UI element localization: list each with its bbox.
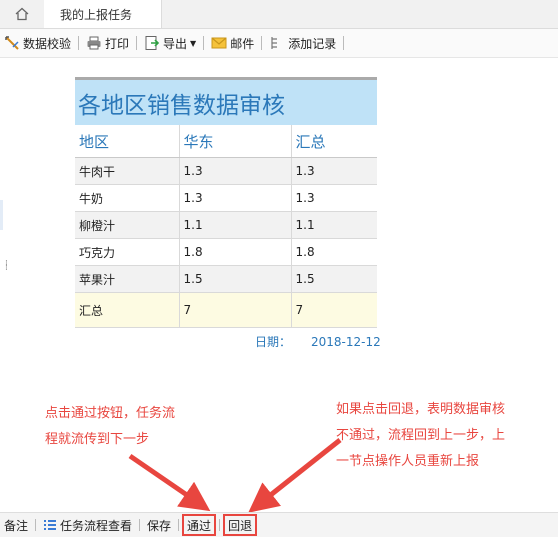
back-label: 回退 [228,518,253,533]
save-label: 保存 [147,518,172,533]
bottom-separator [178,519,180,531]
flow-list-icon [44,520,57,530]
bottom-separator [35,519,37,531]
arrow-to-pass [128,453,211,512]
flow-view-button[interactable]: 任务流程查看 [39,515,136,535]
pass-button[interactable]: 通过 [182,514,217,536]
save-button[interactable]: 保存 [143,515,175,535]
arrow-to-back [248,438,342,513]
remark-label: 备注 [4,518,29,533]
bottom-action-bar: 备注 任务流程查看 保存 通过 回退 [0,512,558,537]
bottom-separator [139,519,141,531]
bottom-separator [219,519,221,531]
annotation-arrows [128,438,342,513]
pass-label: 通过 [187,518,212,533]
back-button[interactable]: 回退 [223,514,258,536]
flow-view-label: 任务流程查看 [60,518,133,533]
remark-button[interactable]: 备注 [0,515,32,535]
